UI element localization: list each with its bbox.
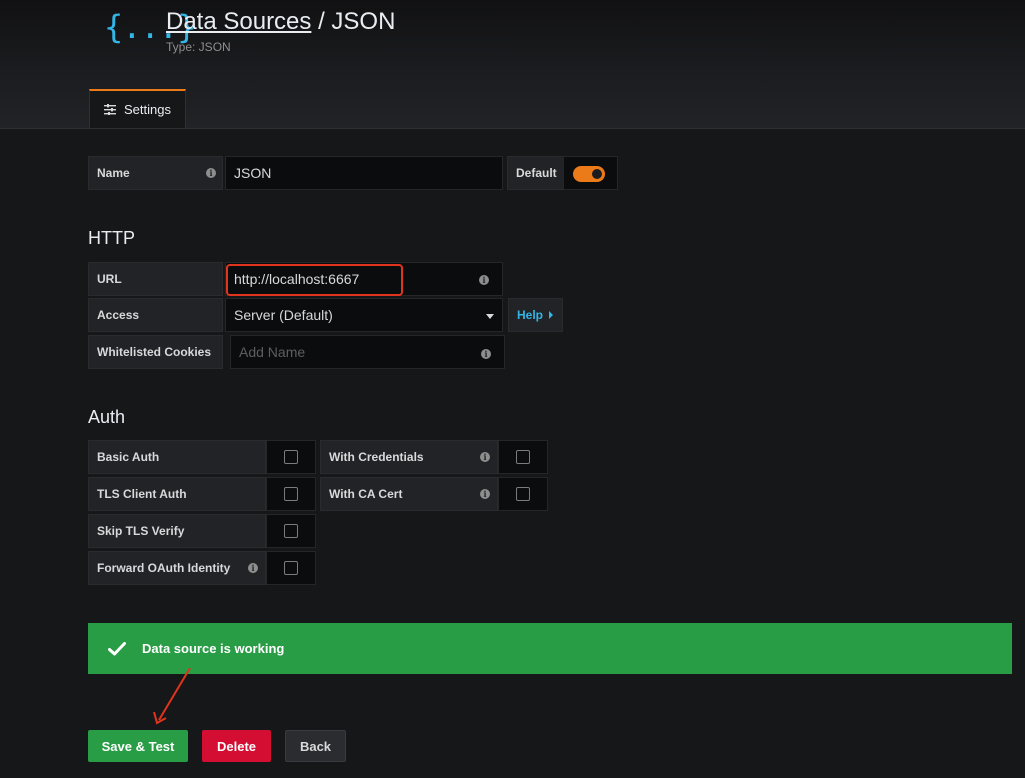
datasource-name-title: JSON [331, 8, 396, 35]
name-input-value: JSON [234, 165, 272, 181]
url-label: URL [88, 262, 223, 296]
skip-tls-verify-checkbox[interactable] [284, 524, 298, 538]
tab-settings[interactable]: Settings [89, 89, 186, 128]
url-info-icon[interactable]: i [479, 275, 489, 285]
with-credentials-info-icon[interactable]: i [480, 452, 490, 462]
url-input-value: http://localhost:6667 [234, 271, 360, 287]
caret-right-icon [549, 311, 554, 319]
alert-message: Data source is working [142, 641, 285, 656]
with-ca-cert-label-text: With CA Cert [329, 487, 403, 501]
skip-tls-verify-label-text: Skip TLS Verify [97, 524, 185, 538]
cookies-info-icon[interactable]: i [481, 349, 491, 359]
basic-auth-checkbox-cell [266, 440, 316, 474]
breadcrumb-separator: / [311, 8, 332, 35]
page-title: Data Sources / JSON [166, 8, 395, 36]
delete-button[interactable]: Delete [202, 730, 271, 762]
toggle-knob [592, 169, 602, 179]
checkmark-icon [108, 641, 126, 655]
forward-oauth-info-icon[interactable]: i [248, 563, 258, 573]
default-toggle-cell [563, 156, 618, 190]
url-input[interactable]: http://localhost:6667 [225, 262, 503, 296]
name-label-text: Name [97, 166, 130, 180]
tls-client-auth-label-text: TLS Client Auth [97, 487, 187, 501]
tab-settings-label: Settings [124, 102, 171, 117]
with-credentials-label-text: With Credentials [329, 450, 424, 464]
with-ca-cert-checkbox[interactable] [516, 487, 530, 501]
skip-tls-verify-checkbox-cell [266, 514, 316, 548]
tls-client-auth-checkbox-cell [266, 477, 316, 511]
success-alert: Data source is working [88, 623, 1012, 674]
whitelisted-cookies-input[interactable]: Add Name [230, 335, 505, 369]
chevron-down-icon [486, 314, 494, 319]
http-section-title: HTTP [88, 228, 135, 248]
breadcrumb-data-sources-link[interactable]: Data Sources [166, 8, 311, 35]
sliders-icon [104, 104, 116, 115]
forward-oauth-checkbox[interactable] [284, 561, 298, 575]
forward-oauth-label: Forward OAuth Identity [88, 551, 266, 585]
with-ca-cert-info-icon[interactable]: i [480, 489, 490, 499]
default-label: Default [507, 156, 564, 190]
forward-oauth-checkbox-cell [266, 551, 316, 585]
default-toggle[interactable] [573, 166, 605, 182]
basic-auth-label: Basic Auth [88, 440, 266, 474]
whitelisted-cookies-label-text: Whitelisted Cookies [97, 345, 212, 359]
access-label-text: Access [97, 308, 140, 322]
access-select-value: Server (Default) [234, 307, 333, 323]
tls-client-auth-label: TLS Client Auth [88, 477, 266, 511]
whitelisted-cookies-label: Whitelisted Cookies [88, 335, 223, 369]
default-label-text: Default [516, 166, 557, 180]
with-ca-cert-label: With CA Cert [320, 477, 498, 511]
with-credentials-checkbox[interactable] [516, 450, 530, 464]
datasource-type: Type: JSON [166, 40, 231, 54]
access-label: Access [88, 298, 223, 332]
with-ca-cert-checkbox-cell [498, 477, 548, 511]
help-button-label: Help [517, 308, 544, 322]
tls-client-auth-checkbox[interactable] [284, 487, 298, 501]
forward-oauth-label-text: Forward OAuth Identity [97, 561, 231, 575]
with-credentials-label: With Credentials [320, 440, 498, 474]
name-label: Name [88, 156, 223, 190]
annotation-arrow [153, 667, 191, 725]
back-button[interactable]: Back [285, 730, 346, 762]
name-info-icon[interactable]: i [206, 168, 216, 178]
name-input[interactable]: JSON [225, 156, 503, 190]
basic-auth-checkbox[interactable] [284, 450, 298, 464]
basic-auth-label-text: Basic Auth [97, 450, 160, 464]
skip-tls-verify-label: Skip TLS Verify [88, 514, 266, 548]
access-select[interactable]: Server (Default) [225, 298, 503, 332]
with-credentials-checkbox-cell [498, 440, 548, 474]
save-test-button[interactable]: Save & Test [88, 730, 188, 762]
help-button[interactable]: Help [508, 298, 563, 332]
auth-section-title: Auth [88, 407, 126, 427]
url-label-text: URL [97, 272, 122, 286]
whitelisted-cookies-placeholder: Add Name [239, 344, 306, 360]
page-header: {...} Data Sources / JSON Type: JSON Set… [0, 0, 1025, 129]
